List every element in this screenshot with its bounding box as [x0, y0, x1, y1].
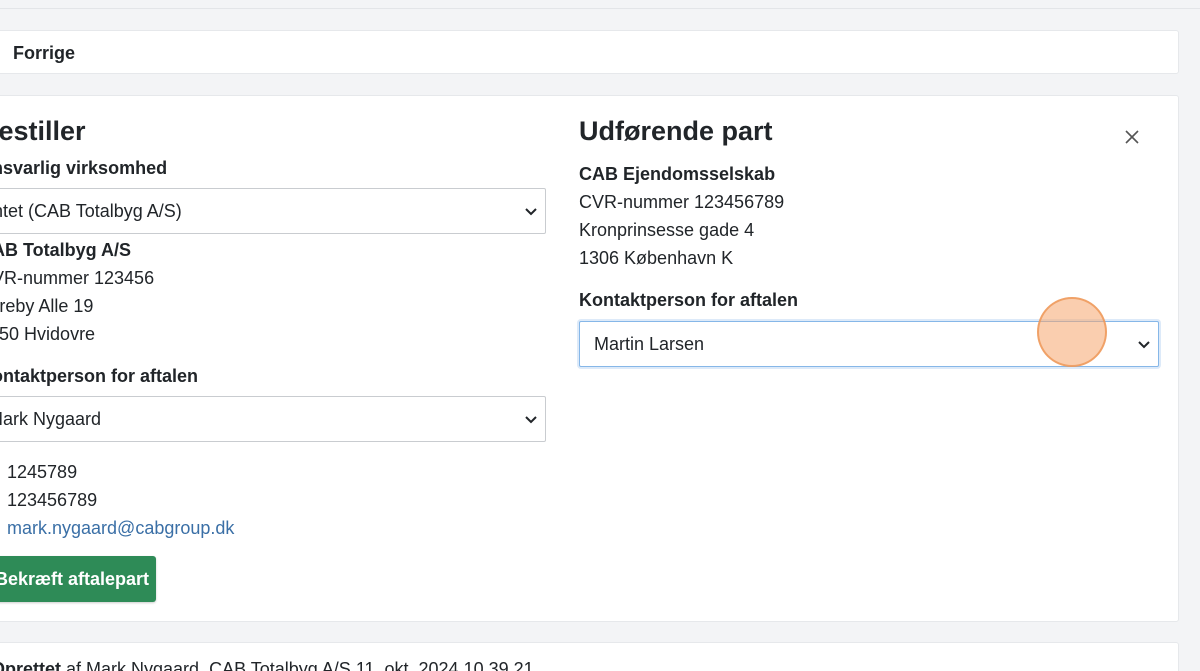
- contractor-city: 1306 København K: [579, 248, 734, 268]
- contractor-cvr: CVR-nummer 123456789: [579, 192, 785, 212]
- top-bar: [0, 0, 1200, 9]
- footer-card: Oprettet af Mark Nygaard, CAB Totalbyg A…: [0, 642, 1179, 671]
- close-icon[interactable]: [1121, 126, 1143, 148]
- orderer-heading: Bestiller: [0, 116, 86, 146]
- previous-button[interactable]: Forrige: [13, 43, 75, 64]
- responsible-company-select[interactable]: Intet (CAB Totalbyg A/S): [0, 188, 546, 234]
- orderer-company-name: CAB Totalbyg A/S: [0, 240, 131, 260]
- orderer-contact-value: Mark Nygaard: [0, 409, 102, 429]
- contractor-heading: Udførende part: [579, 116, 773, 146]
- chevron-down-icon: [525, 208, 537, 216]
- responsible-company-value: Intet (CAB Totalbyg A/S): [0, 201, 182, 221]
- agreement-parties-card: Bestiller Ansvarlig virksomhed Intet (CA…: [0, 95, 1179, 622]
- contractor-contact-label: Kontaktperson for aftalen: [579, 290, 799, 310]
- created-prefix: Oprettet: [0, 659, 62, 671]
- chevron-down-icon: [525, 416, 537, 424]
- cursor-indicator: [1037, 297, 1107, 367]
- previous-card: Forrige: [0, 30, 1179, 74]
- created-info: Oprettet af Mark Nygaard, CAB Totalbyg A…: [0, 659, 534, 671]
- page: Forrige Bestiller Ansvarlig virksomhed I…: [0, 0, 1200, 671]
- chevron-down-icon: [1138, 341, 1150, 349]
- mobile-number: 123456789: [7, 490, 98, 510]
- contractor-street: Kronprinsesse gade 4: [579, 220, 755, 240]
- confirm-party-button[interactable]: Bekræft aftalepart: [0, 556, 156, 602]
- orderer-cvr: CVR-nummer 123456: [0, 268, 155, 288]
- email-link[interactable]: mark.nygaard@cabgroup.dk: [7, 518, 234, 539]
- orderer-street: Tureby Alle 19: [0, 296, 94, 316]
- responsible-company-label: Ansvarlig virksomhed: [0, 158, 168, 178]
- orderer-contact-label: Kontaktperson for aftalen: [0, 366, 199, 386]
- phone-number: 1245789: [7, 462, 78, 482]
- contractor-contact-value: Martin Larsen: [594, 334, 705, 354]
- contractor-company-name: CAB Ejendomsselskab: [579, 164, 776, 184]
- orderer-city: 2650 Hvidovre: [0, 324, 96, 344]
- orderer-contact-select[interactable]: Mark Nygaard: [0, 396, 546, 442]
- created-text: af Mark Nygaard, CAB Totalbyg A/S 11. ok…: [61, 659, 534, 671]
